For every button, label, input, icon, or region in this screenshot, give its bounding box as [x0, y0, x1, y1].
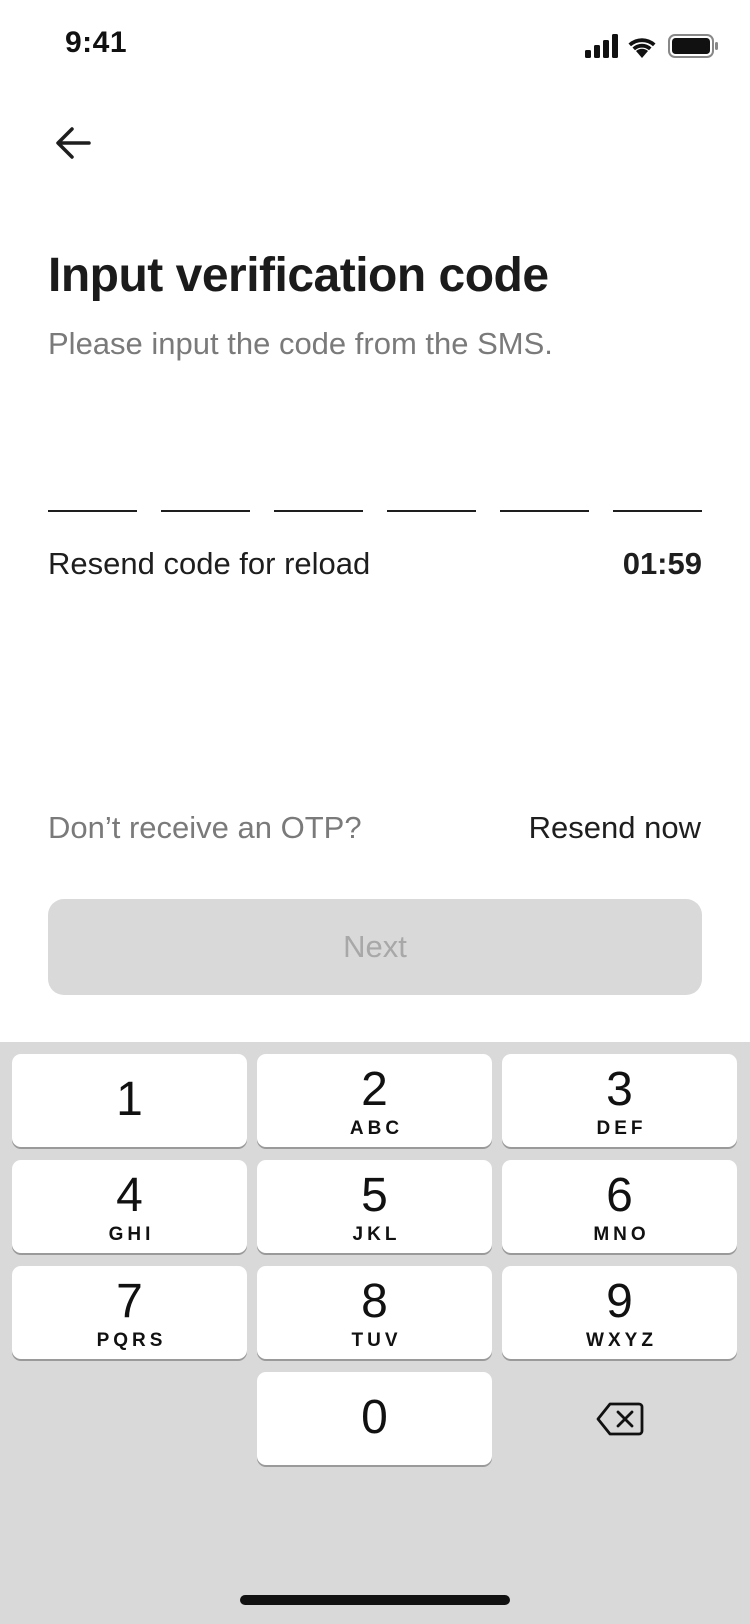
keypad-key-2[interactable]: 2 ABC [257, 1054, 492, 1147]
wifi-icon [628, 38, 656, 58]
keypad-key-1[interactable]: 1 [12, 1054, 247, 1147]
keypad-key-0[interactable]: 0 [257, 1372, 492, 1465]
key-digit: 7 [116, 1275, 143, 1328]
key-digit: 6 [606, 1169, 633, 1222]
countdown-timer: 01:59 [622, 546, 702, 581]
key-digit: 0 [361, 1391, 388, 1444]
otp-digit-6[interactable] [613, 468, 702, 512]
key-letters: PQRS [96, 1330, 167, 1351]
key-letters: ABC [349, 1118, 404, 1139]
keypad-key-3[interactable]: 3 DEF [502, 1054, 737, 1147]
key-digit: 8 [361, 1275, 388, 1328]
arrow-left-icon [56, 127, 91, 159]
resend-timer-label: Resend code for reload [48, 546, 371, 581]
keypad-key-7[interactable]: 7 PQRS [12, 1266, 247, 1359]
battery-icon [668, 34, 718, 58]
key-letters: JKL [352, 1224, 401, 1245]
otp-input-group [48, 468, 702, 512]
key-letters: WXYZ [586, 1330, 657, 1351]
keypad-key-9[interactable]: 9 WXYZ [502, 1266, 737, 1359]
otp-digit-5[interactable] [500, 468, 589, 512]
key-digit: 4 [116, 1169, 143, 1222]
status-bar: 9:41 [0, 0, 750, 92]
keypad-key-8[interactable]: 8 TUV [257, 1266, 492, 1359]
otp-digit-4[interactable] [387, 468, 476, 512]
home-indicator [240, 1595, 510, 1605]
next-button[interactable]: Next [48, 899, 702, 995]
key-digit: 3 [606, 1063, 633, 1116]
back-button[interactable] [48, 118, 98, 168]
key-letters: MNO [593, 1224, 650, 1245]
keypad-backspace-button[interactable] [502, 1372, 737, 1465]
page-title: Input verification code [48, 249, 549, 302]
key-letters: GHI [108, 1224, 155, 1245]
key-digit: 9 [606, 1275, 633, 1328]
keypad-key-6[interactable]: 6 MNO [502, 1160, 737, 1253]
keypad-key-5[interactable]: 5 JKL [257, 1160, 492, 1253]
otp-digit-2[interactable] [161, 468, 250, 512]
keypad-key-4[interactable]: 4 GHI [12, 1160, 247, 1253]
key-letters: TUV [351, 1330, 402, 1351]
resend-now-link[interactable]: Resend now [529, 810, 701, 846]
key-digit: 5 [361, 1169, 388, 1222]
otp-digit-1[interactable] [48, 468, 137, 512]
backspace-icon [596, 1402, 643, 1435]
key-letters: DEF [596, 1118, 647, 1139]
otp-help-text: Don’t receive an OTP? [48, 810, 362, 845]
status-icons [580, 32, 720, 60]
cellular-signal-icon [585, 34, 618, 58]
key-digit: 2 [361, 1063, 388, 1116]
status-time: 9:41 [65, 26, 128, 59]
otp-digit-3[interactable] [274, 468, 363, 512]
key-digit: 1 [116, 1073, 143, 1126]
numeric-keypad: 1 2 ABC 3 DEF 4 GHI 5 JKL 6 MNO 7 PQRS 8… [0, 1042, 750, 1624]
page-subtitle: Please input the code from the SMS. [48, 326, 553, 361]
